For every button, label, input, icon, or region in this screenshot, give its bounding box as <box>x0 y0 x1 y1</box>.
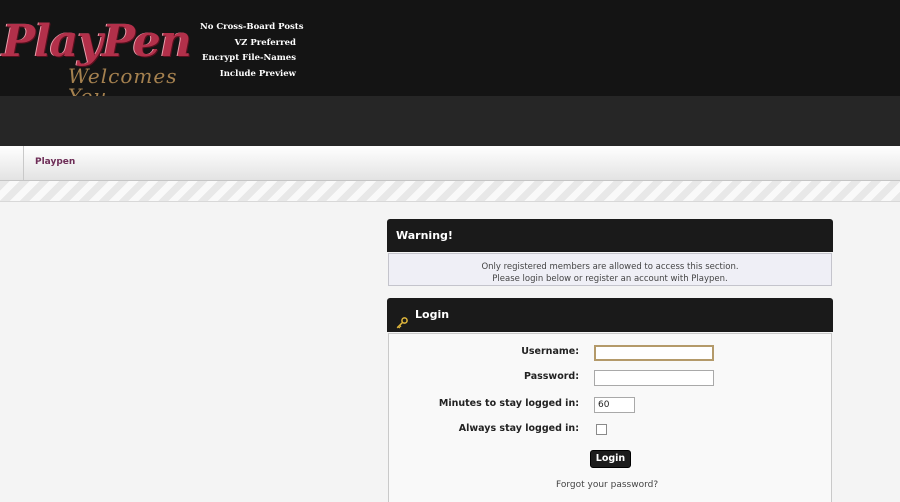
always-logged-in-label: Always stay logged in: <box>458 423 579 434</box>
warning-message: Only registered members are allowed to a… <box>388 253 832 286</box>
decorative-stripe <box>0 181 900 202</box>
username-label: Username: <box>521 346 579 357</box>
always-logged-in-checkbox[interactable] <box>596 424 607 435</box>
password-field[interactable] <box>594 370 714 386</box>
site-header: PlayPen Welcomes You No Cross-Board Post… <box>0 0 900 107</box>
password-label: Password: <box>523 371 579 382</box>
minutes-input[interactable] <box>594 397 635 413</box>
minutes-label: Minutes to stay logged in: <box>438 398 579 409</box>
login-button[interactable]: Login <box>590 450 631 468</box>
warning-line: Only registered members are allowed to a… <box>481 262 739 272</box>
logo-text: PlayPen <box>2 16 192 67</box>
forgot-password-link[interactable]: Forgot your password? <box>556 480 658 490</box>
site-logo[interactable]: PlayPen Welcomes You <box>0 8 210 107</box>
login-header: Login <box>387 298 833 332</box>
tagline-line: VZ Preferred <box>234 37 296 48</box>
rules-tagline: No Cross-Board Posts VZ Preferred Encryp… <box>200 20 304 82</box>
login-title: Login <box>415 308 450 321</box>
tagline-line: Encrypt File-Names <box>202 53 296 63</box>
tagline-line: No Cross-Board Posts <box>200 22 304 32</box>
warning-header: Warning! <box>387 219 833 252</box>
breadcrumb: Playpen <box>0 146 900 181</box>
breadcrumb-home[interactable] <box>0 146 24 180</box>
navbar <box>0 96 900 146</box>
breadcrumb-current[interactable]: Playpen <box>35 157 75 167</box>
warning-line: Please login below or register an accoun… <box>492 274 728 284</box>
tagline-line: Include Preview <box>219 68 296 79</box>
username-field[interactable] <box>594 345 714 361</box>
warning-title: Warning! <box>396 229 453 242</box>
key-icon <box>396 309 408 329</box>
